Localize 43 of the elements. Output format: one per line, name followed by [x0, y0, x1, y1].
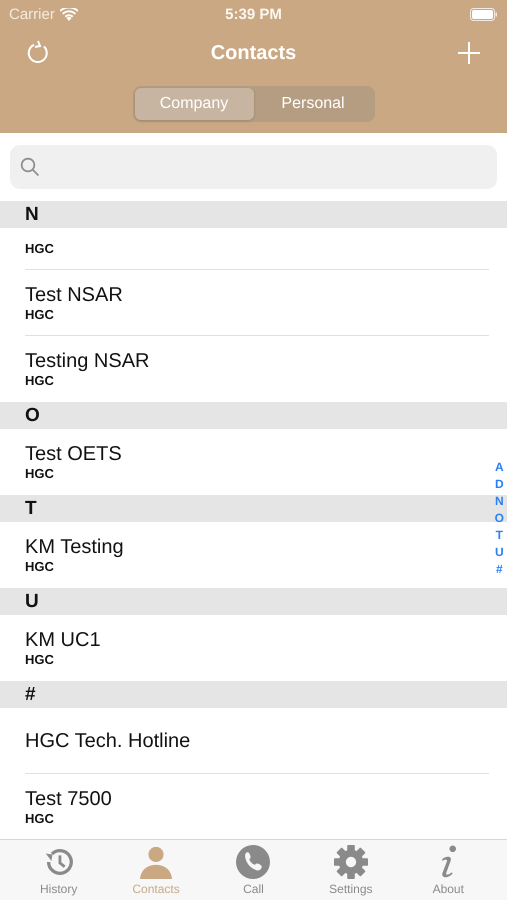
index-letter[interactable]: D	[494, 476, 504, 493]
index-letter[interactable]: O	[494, 510, 504, 527]
section-header: O	[0, 402, 507, 429]
search-field[interactable]	[10, 145, 497, 189]
contact-name[interactable]: HGC Tech. Hotline	[25, 729, 190, 753]
contact-company: HGC	[25, 559, 54, 575]
contact-company: HGC	[25, 241, 54, 257]
contact-company: HGC	[25, 466, 54, 482]
contact-name[interactable]: Test OETS	[25, 442, 122, 466]
contact-name[interactable]: KM Testing	[25, 535, 124, 559]
screen-title: Contacts	[210, 42, 296, 64]
contact-company: HGC	[25, 373, 54, 389]
tab-bar-item[interactable]: Settings	[310, 840, 391, 900]
section-header: U	[0, 588, 507, 615]
wifi-icon	[60, 8, 78, 20]
index-letter[interactable]: T	[496, 527, 503, 544]
search-icon	[20, 157, 40, 177]
index-letter[interactable]: U	[494, 544, 504, 561]
carrier-name: Carrier	[9, 6, 55, 22]
settings-icon	[334, 845, 368, 879]
contact-company: HGC	[25, 652, 54, 668]
contact-name[interactable]: Testing NSAR	[25, 349, 150, 373]
tab-bar-item[interactable]: Call	[213, 840, 294, 900]
tab-bar-item[interactable]: Contacts	[116, 840, 196, 900]
phone-icon	[236, 845, 270, 879]
segment-tab[interactable]: Company	[134, 88, 254, 120]
contact-name[interactable]: Test 7500	[25, 787, 112, 811]
contact-company: HGC	[25, 307, 54, 323]
contact-company: HGC	[25, 811, 54, 827]
section-header: N	[0, 201, 507, 228]
contact-name[interactable]: KM UC1	[25, 628, 101, 652]
index-letter[interactable]: #	[496, 561, 503, 578]
battery-icon	[470, 8, 498, 20]
section-header: #	[0, 681, 507, 708]
status-time: 5:39 PM	[225, 6, 282, 22]
tab-bar-item[interactable]: About	[408, 840, 488, 900]
tab-bar-item[interactable]: History	[18, 840, 99, 900]
contact-name[interactable]: Test NSAR	[25, 283, 123, 307]
segment-tab[interactable]: Personal	[254, 88, 372, 120]
index-letter[interactable]: N	[494, 493, 504, 510]
person-icon	[139, 845, 174, 879]
add-icon[interactable]	[456, 40, 482, 66]
index-letter[interactable]: A	[494, 459, 504, 476]
